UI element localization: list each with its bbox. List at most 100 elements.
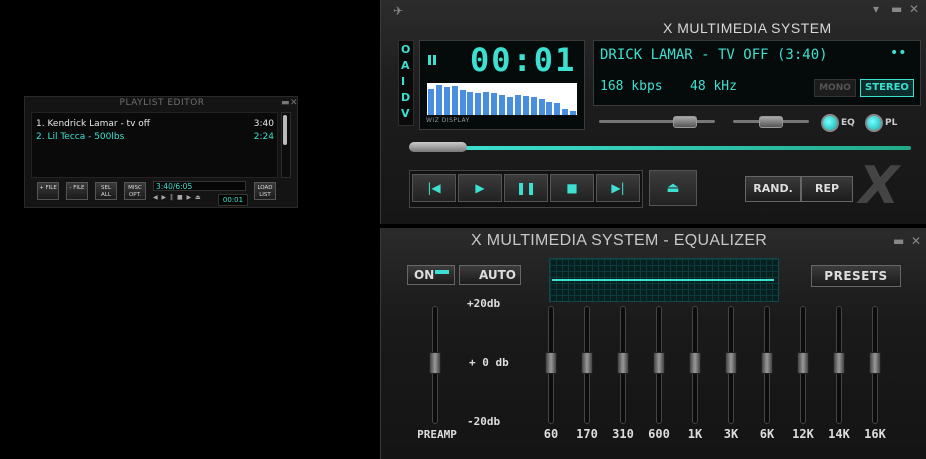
eq-toggle-icon[interactable] — [821, 114, 839, 132]
eq-on-led-icon — [435, 270, 449, 274]
scrollbar-thumb[interactable] — [283, 115, 287, 145]
eq-curve-graph — [549, 258, 779, 302]
eject-icon: ⏏ — [666, 180, 680, 196]
visualizer-bar — [443, 87, 450, 115]
menu-icon[interactable]: ✈ — [393, 4, 403, 18]
close-icon[interactable]: ✕ — [911, 234, 921, 248]
eq-band-slider-knob[interactable] — [869, 352, 881, 374]
visualizer-bar — [546, 102, 553, 115]
song-title: DRICK LAMAR - TV OFF (3:40) — [600, 47, 828, 63]
visualizer-bar — [467, 92, 474, 115]
pause-button[interactable]: ❚❚ — [504, 174, 548, 202]
eq-band-slider-knob[interactable] — [581, 352, 593, 374]
transport-controls: |◀ ▶ ❚❚ ■ ▶| — [409, 170, 643, 208]
stop-icon: ■ — [566, 181, 578, 195]
eq-band-label: 1K — [687, 427, 703, 441]
previous-icon: |◀ — [427, 181, 441, 195]
option-i[interactable]: I — [401, 75, 405, 88]
visualizer-bar — [491, 93, 498, 115]
close-icon[interactable]: ✕ — [290, 98, 298, 108]
visualizer-bar — [428, 89, 434, 115]
volume-slider[interactable] — [599, 120, 715, 123]
option-d[interactable]: D — [401, 91, 410, 104]
eq-band-slider-knob[interactable] — [689, 352, 701, 374]
playlist-editor-window: PLAYLIST EDITOR ▬ ✕ 1. Kendrick Lamar - … — [24, 96, 298, 208]
play-icon: ▶ — [475, 181, 485, 195]
eq-curve-line — [552, 279, 774, 281]
mono-indicator: MONO — [814, 79, 856, 97]
eq-band-slider-knob[interactable] — [617, 352, 629, 374]
next-button[interactable]: ▶| — [596, 174, 640, 202]
eq-on-button[interactable]: ON — [407, 265, 455, 285]
elapsed-time[interactable]: 00:01 — [470, 41, 576, 79]
load-list-button[interactable]: LOAD LIST — [254, 182, 276, 200]
visualizer-bar — [475, 93, 482, 115]
mini-transport-controls[interactable]: ◀ ▶ ‖ ■ ▶ ⏏ — [153, 194, 223, 201]
presets-button[interactable]: PRESETS — [811, 265, 901, 287]
add-file-button[interactable]: + FILE — [37, 182, 59, 200]
db-min-label: -20db — [467, 415, 501, 428]
minimize-icon[interactable]: ▬ — [893, 234, 904, 248]
close-icon[interactable]: ✕ — [909, 2, 919, 16]
eq-band-label: 3K — [723, 427, 739, 441]
song-info-display: DRICK LAMAR - TV OFF (3:40) •• 168 kbps … — [593, 40, 921, 106]
eq-auto-button[interactable]: AUTO — [459, 265, 521, 285]
equalizer-title: X MULTIMEDIA SYSTEM - EQUALIZER — [471, 232, 768, 249]
play-button[interactable]: ▶ — [458, 174, 502, 202]
pause-indicator-icon — [428, 55, 438, 65]
visualizer-bar — [499, 95, 506, 115]
samplerate: 48 kHz — [690, 79, 737, 94]
visualizer-bar — [562, 109, 569, 115]
visualizer-bar — [530, 97, 537, 115]
eq-band-label: 170 — [576, 427, 598, 441]
visualizer[interactable] — [427, 83, 577, 115]
remove-file-button[interactable]: - FILE — [66, 182, 88, 200]
eq-band-label: 6K — [759, 427, 775, 441]
random-button[interactable]: RAND. — [745, 176, 801, 202]
eq-band-slider-knob[interactable] — [545, 352, 557, 374]
previous-button[interactable]: |◀ — [412, 174, 456, 202]
eq-band-slider-knob[interactable] — [797, 352, 809, 374]
eq-band-slider-knob[interactable] — [761, 352, 773, 374]
option-strip[interactable]: O A I D V — [398, 40, 414, 126]
pl-toggle-icon[interactable] — [865, 114, 883, 132]
playlist-scrollbar[interactable] — [281, 112, 291, 178]
bitrate: 168 kbps — [600, 79, 663, 94]
minimize-icon[interactable]: ▬ — [281, 98, 290, 108]
eq-band-label: 600 — [648, 427, 670, 441]
visualizer-bar — [538, 99, 545, 115]
seek-bar-knob[interactable] — [409, 142, 467, 152]
volume-slider-knob[interactable] — [673, 116, 697, 128]
stereo-indicator: STEREO — [860, 79, 914, 97]
playlist-position: 00:01 — [218, 194, 248, 206]
option-o[interactable]: O — [401, 43, 410, 56]
eq-band-label: 12K — [792, 427, 814, 441]
visualizer-bar — [435, 85, 442, 115]
misc-options-button[interactable]: MISC OPT. — [124, 182, 146, 200]
eject-button[interactable]: ⏏ — [649, 170, 697, 206]
visualizer-bar — [483, 92, 490, 115]
select-all-button[interactable]: SEL ALL — [95, 182, 117, 200]
eq-band-label: 60 — [543, 427, 559, 441]
shade-icon[interactable]: ▾ — [873, 2, 879, 16]
track-name: 2. Lil Tecca - 500lbs — [36, 132, 125, 142]
minimize-icon[interactable]: ▬ — [891, 2, 902, 16]
visualizer-bar — [506, 97, 513, 115]
eq-band-slider-knob[interactable] — [833, 352, 845, 374]
pause-icon: ❚❚ — [515, 181, 537, 195]
eq-band-label: 14K — [828, 427, 850, 441]
balance-slider-knob[interactable] — [759, 116, 783, 128]
main-player-window: ✈ X MULTIMEDIA SYSTEM ▾ ▬ ✕ O A I D V 00… — [380, 0, 926, 224]
option-v[interactable]: V — [401, 107, 410, 120]
repeat-button[interactable]: REP — [801, 176, 853, 202]
eq-band-slider-knob[interactable] — [653, 352, 665, 374]
next-icon: ▶| — [611, 181, 625, 195]
visualizer-bar — [459, 90, 466, 115]
visualizer-bar — [522, 96, 529, 115]
stop-button[interactable]: ■ — [550, 174, 594, 202]
preamp-slider-knob[interactable] — [429, 352, 441, 374]
track-time: 3:40 — [253, 119, 274, 129]
seek-bar[interactable] — [411, 146, 911, 150]
option-a[interactable]: A — [401, 59, 410, 72]
eq-band-slider-knob[interactable] — [725, 352, 737, 374]
